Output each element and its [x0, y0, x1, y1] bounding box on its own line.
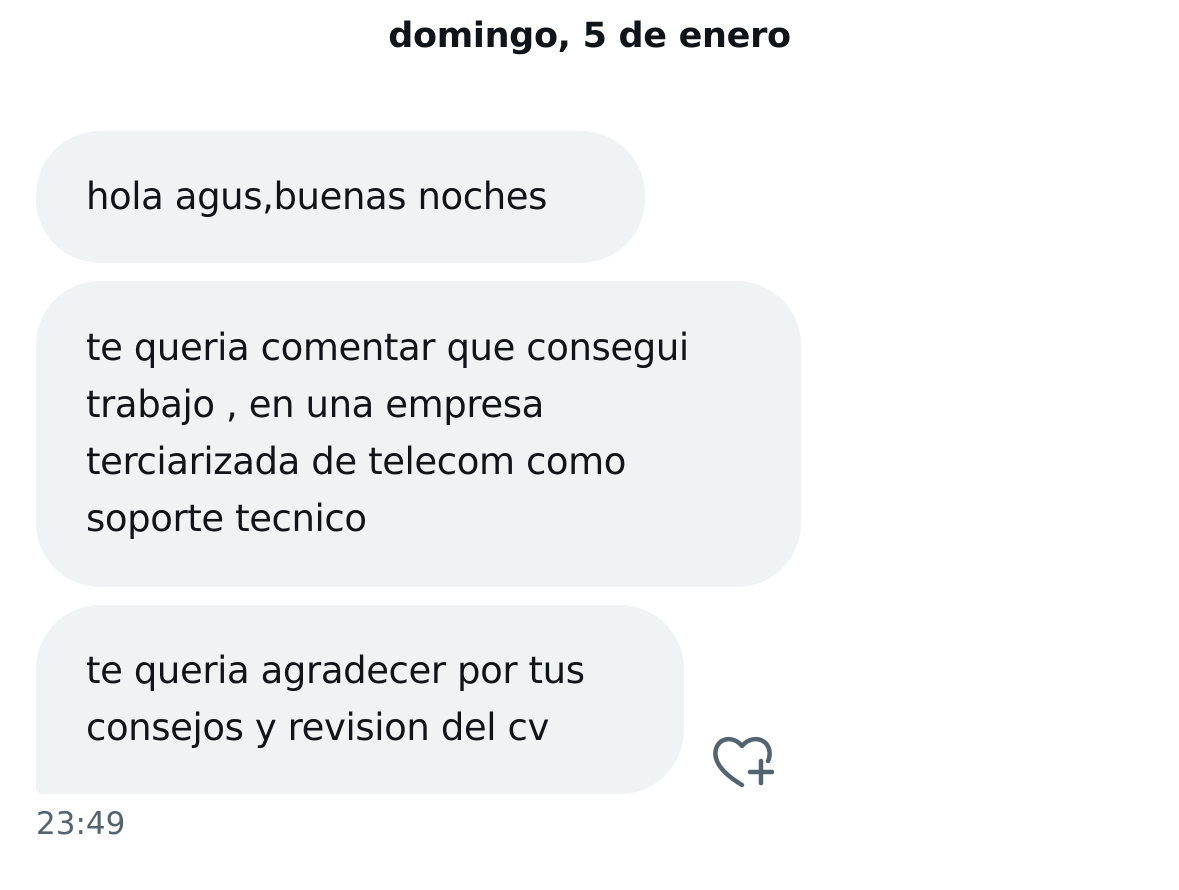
message-text-line: soporte tecnico — [86, 497, 367, 540]
message-text-line: hola agus,buenas noches — [86, 175, 548, 218]
date-header: domingo, 5 de enero — [388, 16, 791, 56]
message-bubble[interactable]: hola agus,buenas noches — [36, 131, 645, 263]
message-bubble[interactable]: te queria agradecer por tus consejos y r… — [36, 605, 684, 794]
message-bubble[interactable]: te queria comentar que consegui trabajo … — [36, 281, 801, 587]
message-timestamp: 23:49 — [36, 806, 126, 842]
react-heart-plus-icon[interactable] — [708, 728, 782, 792]
message-text-line: terciarizada de telecom como — [86, 440, 627, 483]
heart-plus-icon — [713, 736, 775, 788]
message-text-line: consejos y revision del cv — [86, 706, 549, 749]
message-text-line: te queria comentar que consegui — [86, 326, 689, 369]
message-text-line: trabajo , en una empresa — [86, 383, 544, 426]
message-text-line: te queria agradecer por tus — [86, 649, 585, 692]
